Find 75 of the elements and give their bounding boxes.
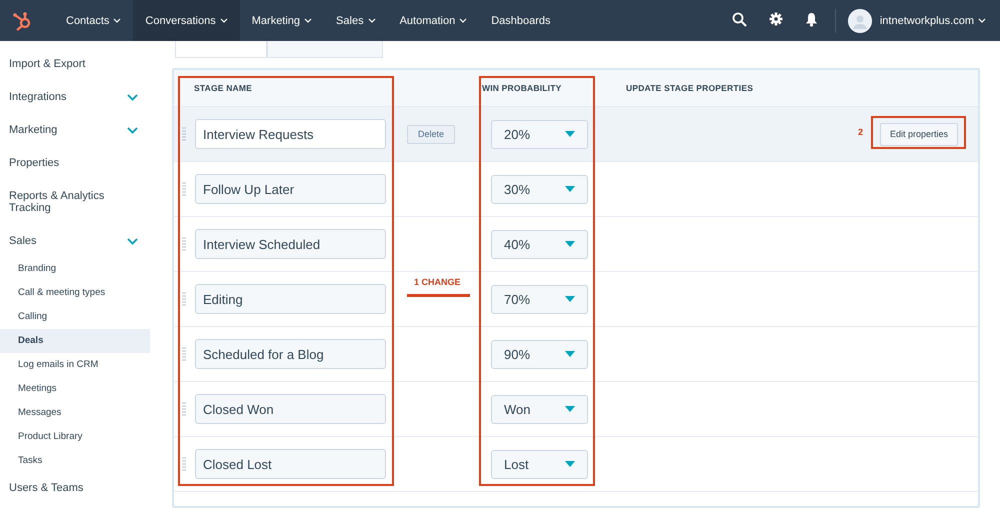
nav-menu-item[interactable]: Contacts xyxy=(54,0,134,41)
search-icon[interactable] xyxy=(732,12,747,26)
step-number: 2 xyxy=(858,127,864,137)
probability-dropdown[interactable]: Won xyxy=(491,394,588,424)
caret-icon xyxy=(220,18,228,23)
annotation-underline xyxy=(407,294,470,297)
sidebar-item[interactable]: Reports & Analytics Tracking xyxy=(0,185,120,220)
sidebar-subitem[interactable]: Branding xyxy=(0,257,150,281)
sidebar-subitem[interactable]: Call & meeting types xyxy=(0,281,150,305)
probability-dropdown[interactable]: 30% xyxy=(491,174,588,204)
settings-icon[interactable] xyxy=(768,12,783,26)
chevron-down-icon xyxy=(127,126,138,134)
drag-handle-icon[interactable] xyxy=(182,292,186,306)
dropdown-arrow-icon xyxy=(565,461,575,467)
sidebar-subitem[interactable]: Log emails in CRM xyxy=(0,353,150,377)
dropdown-arrow-icon xyxy=(565,351,575,357)
probability-dropdown[interactable]: 40% xyxy=(491,230,588,258)
sidebar-subitem[interactable]: Calling xyxy=(0,305,150,329)
stage-name-field[interactable]: Closed Won xyxy=(195,394,386,424)
caret-icon xyxy=(368,18,376,23)
probability-dropdown[interactable]: 90% xyxy=(491,340,588,368)
stage-name-field[interactable]: Follow Up Later xyxy=(195,174,386,204)
stage-name-field[interactable]: Scheduled for a Blog xyxy=(195,339,386,369)
stage-name-field[interactable]: Closed Lost xyxy=(195,449,386,479)
stage-name-field[interactable]: Editing xyxy=(195,284,386,314)
sidebar-subitem[interactable]: Meetings xyxy=(0,377,150,401)
sidebar-subitem[interactable]: Product Library xyxy=(0,425,150,449)
avatar-icon[interactable] xyxy=(848,8,872,32)
sidebar-subitem[interactable]: Tasks xyxy=(0,449,150,473)
drag-handle-icon[interactable] xyxy=(182,457,186,471)
tab[interactable] xyxy=(267,41,383,58)
sidebar-item[interactable]: Sales xyxy=(0,230,150,253)
tab[interactable] xyxy=(175,41,267,58)
edit-properties-button[interactable]: Edit properties xyxy=(880,122,958,146)
logo-icon[interactable] xyxy=(12,10,32,30)
probability-dropdown[interactable]: Lost xyxy=(491,450,588,478)
probability-dropdown[interactable]: 20% xyxy=(491,120,588,148)
drag-handle-icon[interactable] xyxy=(182,237,186,251)
dropdown-arrow-icon xyxy=(565,406,575,412)
drag-handle-icon[interactable] xyxy=(182,127,186,141)
column-header: UPDATE STAGE PROPERTIES xyxy=(626,83,754,93)
nav-menu-item[interactable]: Conversations xyxy=(133,0,240,41)
stage-name-field[interactable]: Interview Scheduled xyxy=(195,229,386,259)
caret-icon xyxy=(978,18,986,23)
sidebar-item[interactable]: Integrations xyxy=(0,86,150,109)
chevron-down-icon xyxy=(127,94,138,100)
bell-icon[interactable] xyxy=(804,12,818,26)
delete-button[interactable]: Delete xyxy=(407,124,455,144)
sidebar-item[interactable]: Import & Export xyxy=(0,53,150,76)
chevron-down-icon xyxy=(127,238,138,244)
nav-menu-item[interactable]: Dashboards xyxy=(479,0,563,41)
column-header: WIN PROBABILITY xyxy=(482,83,562,93)
caret-icon xyxy=(113,18,122,23)
stage-name-field[interactable]: Interview Requests xyxy=(195,119,386,149)
caret-icon xyxy=(459,18,468,23)
dropdown-arrow-icon xyxy=(565,186,575,192)
sidebar-subitem[interactable]: Deals xyxy=(0,329,150,353)
dropdown-arrow-icon xyxy=(565,296,575,302)
drag-handle-icon[interactable] xyxy=(182,347,186,361)
sidebar-item[interactable]: Properties xyxy=(0,152,150,175)
probability-dropdown[interactable]: 70% xyxy=(491,284,588,314)
dropdown-arrow-icon xyxy=(565,131,575,137)
dropdown-arrow-icon xyxy=(565,241,575,247)
account-menu[interactable]: intnetworkplus.com xyxy=(880,14,986,26)
sidebar-subitem[interactable]: Messages xyxy=(0,401,150,425)
drag-handle-icon[interactable] xyxy=(182,402,186,416)
nav-menu-item[interactable]: Marketing xyxy=(240,0,324,41)
annotation-label: 1 CHANGE xyxy=(414,277,461,287)
column-header: STAGE NAME xyxy=(194,83,254,93)
nav-menu-item[interactable]: Sales xyxy=(324,0,388,41)
caret-icon xyxy=(304,18,312,23)
sidebar-item[interactable]: Users & Teams xyxy=(0,477,150,500)
drag-handle-icon[interactable] xyxy=(182,182,186,196)
nav-menu-item[interactable]: Automation xyxy=(388,0,480,41)
sidebar-item[interactable]: Marketing xyxy=(0,119,150,142)
